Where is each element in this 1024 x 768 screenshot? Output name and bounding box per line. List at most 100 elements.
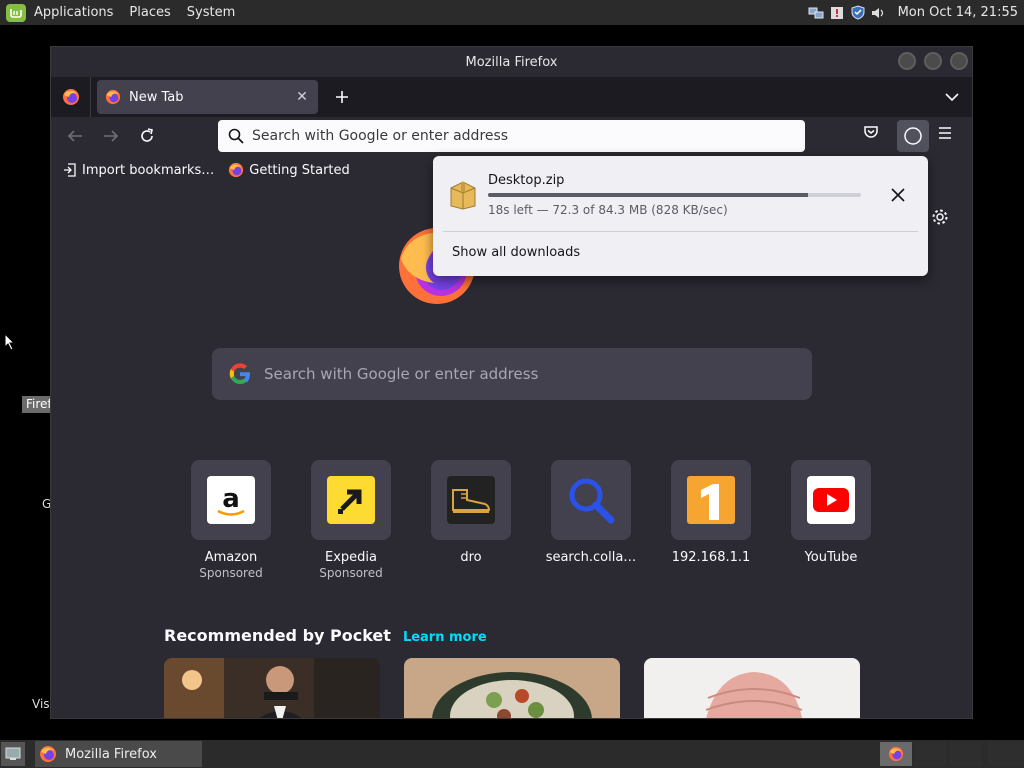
top-site-amazon[interactable]: a Amazon Sponsored <box>171 460 291 580</box>
boot-icon <box>447 476 495 524</box>
personalize-new-tab-button[interactable] <box>931 208 949 230</box>
downloads-button[interactable] <box>897 120 929 152</box>
close-button[interactable] <box>950 52 968 70</box>
taskbar-firefox-button[interactable]: Mozilla Firefox <box>35 741 202 767</box>
workspace-4[interactable] <box>988 742 1024 766</box>
firefox-window: Mozilla Firefox New Tab ✕ Search with Go… <box>50 46 973 719</box>
firefox-icon <box>40 746 56 762</box>
system-tray: Mon Oct 14, 21:55 <box>808 0 1024 25</box>
top-site-tile[interactable] <box>671 460 751 540</box>
sponsored-label: Sponsored <box>199 566 263 580</box>
download-progress-bar <box>488 193 861 197</box>
workspace-3[interactable] <box>950 742 982 766</box>
url-bar[interactable] <box>218 120 805 152</box>
top-site-title: Expedia <box>325 550 377 565</box>
mint-logo-icon[interactable] <box>6 3 26 22</box>
update-icon[interactable] <box>829 5 845 21</box>
panel-divider <box>443 231 918 232</box>
pocket-title: Recommended by Pocket <box>164 626 391 645</box>
top-sites-grid: a Amazon Sponsored Expedia Sponsored dro <box>171 460 891 580</box>
top-site-tile[interactable] <box>791 460 871 540</box>
pocket-story-card[interactable] <box>404 658 620 718</box>
panel-menu-bar: Applications Places System <box>0 0 259 25</box>
minimize-button[interactable] <box>898 52 916 70</box>
show-all-downloads-button[interactable]: Show all downloads <box>452 245 580 260</box>
menu-applications[interactable]: Applications <box>34 5 113 20</box>
volume-icon[interactable] <box>871 5 887 21</box>
top-site-tile[interactable]: a <box>191 460 271 540</box>
shield-icon[interactable] <box>850 5 866 21</box>
desktop-icon-label-vis[interactable]: Vis <box>32 697 50 711</box>
google-g-icon <box>229 363 250 384</box>
top-site-title: YouTube <box>804 550 858 565</box>
new-tab-search-box[interactable]: Search with Google or enter address <box>212 348 812 400</box>
clock[interactable]: Mon Oct 14, 21:55 <box>898 5 1018 20</box>
network-icon[interactable] <box>808 5 824 21</box>
desktop-icon-label-firefox[interactable]: Firef <box>22 396 50 413</box>
top-site-dro[interactable]: dro <box>411 460 531 580</box>
window-title: Mozilla Firefox <box>465 54 558 70</box>
top-site-tile[interactable] <box>431 460 511 540</box>
search-icon <box>228 128 244 144</box>
top-site-tile[interactable] <box>551 460 631 540</box>
show-desktop-button[interactable] <box>1 742 25 766</box>
bookmark-import[interactable]: Import bookmarks… <box>63 163 214 178</box>
pocket-story-card[interactable] <box>164 658 380 718</box>
top-site-search-colla[interactable]: search.colla… <box>531 460 651 580</box>
new-tab-search-placeholder: Search with Google or enter address <box>264 365 539 383</box>
bookmark-label: Import bookmarks… <box>82 162 215 178</box>
list-all-tabs-button[interactable] <box>942 87 962 107</box>
bookmark-getting-started[interactable]: Getting Started <box>228 162 350 178</box>
new-tab-button[interactable] <box>330 85 354 109</box>
maximize-button[interactable] <box>924 52 942 70</box>
top-site-youtube[interactable]: YouTube <box>771 460 891 580</box>
number-one-icon <box>687 476 735 524</box>
download-item[interactable]: Desktop.zip 18s left — 72.3 of 84.3 MB (… <box>433 156 928 228</box>
bookmark-label: Getting Started <box>249 162 350 178</box>
story-image-person <box>164 658 380 718</box>
taskbar-firefox-label: Mozilla Firefox <box>65 746 157 762</box>
save-to-pocket-button[interactable] <box>863 124 879 144</box>
desktop-icon <box>5 747 21 760</box>
hamburger-menu-icon <box>939 127 951 139</box>
story-image-hat <box>644 658 860 718</box>
menu-places[interactable]: Places <box>129 5 170 20</box>
back-button[interactable] <box>57 120 93 152</box>
arrow-right-icon <box>104 130 119 142</box>
cancel-download-button[interactable] <box>889 186 907 204</box>
tab-close-icon[interactable]: ✕ <box>294 89 310 105</box>
url-input[interactable] <box>252 128 805 144</box>
reload-icon <box>141 128 153 142</box>
firefox-favicon-icon <box>229 162 244 178</box>
tab-new-tab[interactable]: New Tab ✕ <box>97 80 318 114</box>
chevron-down-icon <box>945 93 959 101</box>
plus-icon <box>336 91 348 103</box>
import-icon <box>64 163 76 177</box>
reload-button[interactable] <box>129 120 165 152</box>
window-titlebar[interactable]: Mozilla Firefox <box>51 47 972 77</box>
story-image-food <box>404 658 620 718</box>
top-site-title: dro <box>460 550 482 565</box>
pocket-icon <box>864 126 878 138</box>
pocket-learn-more-link[interactable]: Learn more <box>403 630 487 645</box>
svg-text:a: a <box>222 484 240 514</box>
pocket-story-card[interactable] <box>644 658 860 718</box>
mouse-cursor-icon <box>4 332 16 355</box>
top-site-title: 192.168.1.1 <box>671 550 751 565</box>
top-site-tile[interactable] <box>311 460 391 540</box>
top-site-expedia[interactable]: Expedia Sponsored <box>291 460 411 580</box>
expedia-logo-icon <box>327 476 375 524</box>
navigation-toolbar <box>51 117 972 155</box>
workspace-1[interactable] <box>880 742 912 766</box>
bottom-panel: Mozilla Firefox <box>0 740 1024 768</box>
top-panel: Applications Places System Mon Oct 14, 2… <box>0 0 1024 25</box>
forward-button[interactable] <box>93 120 129 152</box>
open-application-menu-button[interactable] <box>937 125 953 144</box>
firefox-view-button[interactable] <box>51 77 91 117</box>
workspace-2[interactable] <box>914 742 946 766</box>
youtube-logo-icon <box>807 476 855 524</box>
download-progress-fill <box>488 193 809 197</box>
top-site-router[interactable]: 192.168.1.1 <box>651 460 771 580</box>
amazon-logo-icon: a <box>207 476 255 524</box>
menu-system[interactable]: System <box>187 5 235 20</box>
